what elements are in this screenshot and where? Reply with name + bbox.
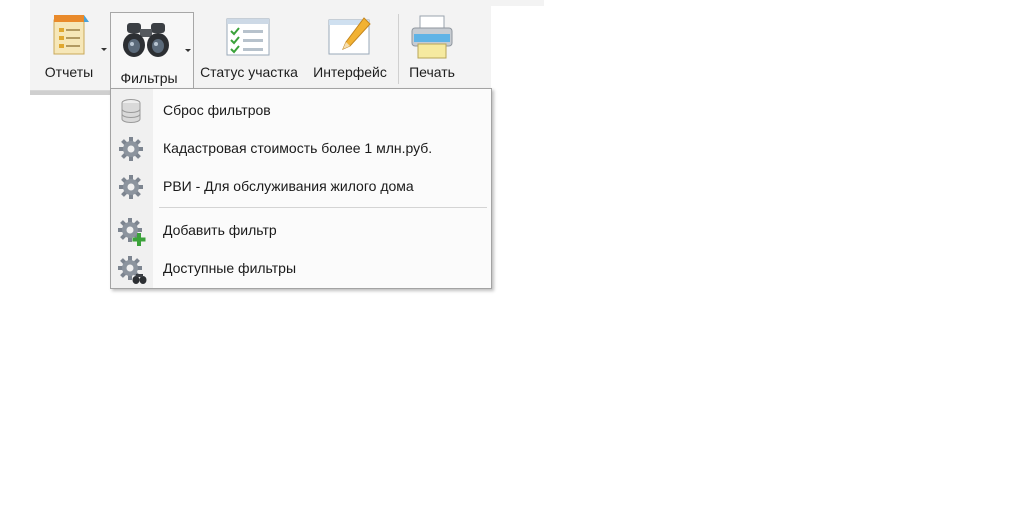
reports-dropdown-arrow[interactable]: [101, 48, 107, 51]
print-button[interactable]: Печать: [400, 8, 464, 84]
plot-status-label: Статус участка: [200, 64, 298, 80]
content-area: [30, 95, 110, 295]
gear-icon: [117, 135, 145, 163]
filters-dropdown-menu: Сброс фильтров Кадастровая стоимость бол…: [110, 88, 492, 289]
menu-item-rvi-filter[interactable]: РВИ - Для обслуживания жилого дома: [111, 169, 489, 203]
menu-item-label: Сброс фильтров: [163, 102, 271, 118]
interface-pencil-icon: [328, 16, 374, 61]
binoculars-icon: [121, 19, 173, 64]
reports-icon: [50, 12, 90, 61]
plot-status-button[interactable]: Статус участка: [198, 8, 300, 84]
menu-item-label: Доступные фильтры: [163, 260, 297, 276]
status-checklist-icon: [226, 18, 270, 61]
gear-binoculars-icon: [117, 255, 147, 284]
gear-icon: [117, 173, 145, 201]
menu-item-label: Добавить фильтр: [163, 222, 277, 238]
printer-icon: [410, 14, 454, 65]
filters-button[interactable]: Фильтры: [110, 12, 194, 89]
menu-item-reset-filters[interactable]: Сброс фильтров: [111, 93, 489, 127]
gear-add-icon: [117, 217, 146, 246]
reports-button[interactable]: Отчеты: [38, 8, 107, 84]
menu-item-available-filters[interactable]: Доступные фильтры: [111, 251, 489, 285]
reports-label: Отчеты: [44, 64, 94, 80]
ribbon-separator: [398, 14, 399, 84]
menu-item-add-filter[interactable]: Добавить фильтр: [111, 213, 489, 247]
database-icon: [117, 97, 145, 125]
menu-item-label: РВИ - Для обслуживания жилого дома: [163, 178, 414, 194]
menu-separator: [159, 207, 487, 208]
menu-item-cadastral-value-filter[interactable]: Кадастровая стоимость более 1 млн.руб.: [111, 131, 489, 165]
filters-label: Фильтры: [120, 70, 178, 86]
print-label: Печать: [409, 64, 455, 80]
interface-button[interactable]: Интерфейс: [308, 8, 392, 84]
interface-label: Интерфейс: [313, 64, 387, 80]
menu-item-label: Кадастровая стоимость более 1 млн.руб.: [163, 140, 433, 156]
filters-dropdown-arrow[interactable]: [185, 49, 191, 52]
